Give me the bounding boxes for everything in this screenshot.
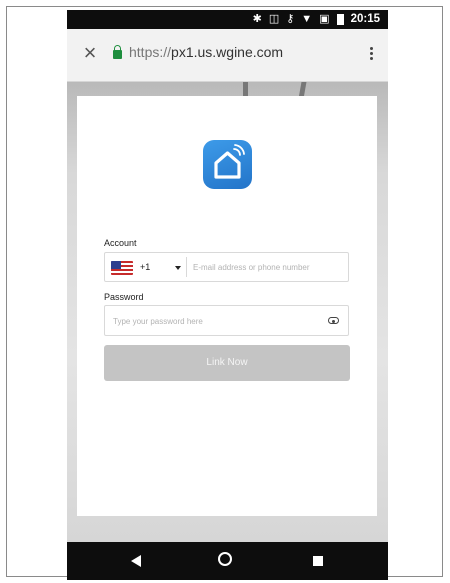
back-icon[interactable] xyxy=(131,555,141,567)
eye-icon[interactable] xyxy=(328,317,339,324)
url-scheme: https:// xyxy=(129,44,172,60)
login-card: Account +1 Password Link Now xyxy=(77,96,377,516)
android-nav-bar xyxy=(67,542,388,580)
browser-url-bar: × https://px1.us.wgine.com xyxy=(67,29,388,82)
close-icon[interactable]: × xyxy=(79,42,101,64)
account-label: Account xyxy=(104,238,137,248)
vibrate-icon: ◫ xyxy=(268,13,280,25)
field-divider xyxy=(186,257,187,277)
url-field[interactable]: https://px1.us.wgine.com xyxy=(129,44,283,60)
home-icon[interactable] xyxy=(218,552,232,566)
recents-icon[interactable] xyxy=(313,556,323,566)
bluetooth-icon: ✱ xyxy=(252,13,262,25)
us-flag-icon[interactable] xyxy=(111,261,133,275)
vpn-key-icon: ⚷ xyxy=(286,13,295,25)
password-input[interactable] xyxy=(113,312,313,330)
password-label: Password xyxy=(104,292,144,302)
wifi-icon: ▼ xyxy=(301,13,313,25)
account-input[interactable] xyxy=(193,258,343,276)
battery-icon xyxy=(336,13,344,25)
status-bar: ✱ ◫ ⚷ ▼ ▣ 20:15 xyxy=(67,10,388,29)
url-host: px1.us.wgine.com xyxy=(171,44,284,60)
country-code[interactable]: +1 xyxy=(140,262,150,272)
smart-home-icon xyxy=(203,140,252,189)
chevron-down-icon[interactable] xyxy=(175,266,181,270)
status-time: 20:15 xyxy=(350,13,380,25)
link-now-button[interactable]: Link Now xyxy=(104,345,350,381)
lock-icon xyxy=(113,45,122,59)
no-sim-icon: ▣ xyxy=(319,13,330,25)
more-vert-icon[interactable] xyxy=(364,45,378,65)
password-field xyxy=(104,305,349,336)
phone-screen: ✱ ◫ ⚷ ▼ ▣ 20:15 × https://px1.us.wgine.c… xyxy=(67,10,388,580)
account-field: +1 xyxy=(104,252,349,282)
